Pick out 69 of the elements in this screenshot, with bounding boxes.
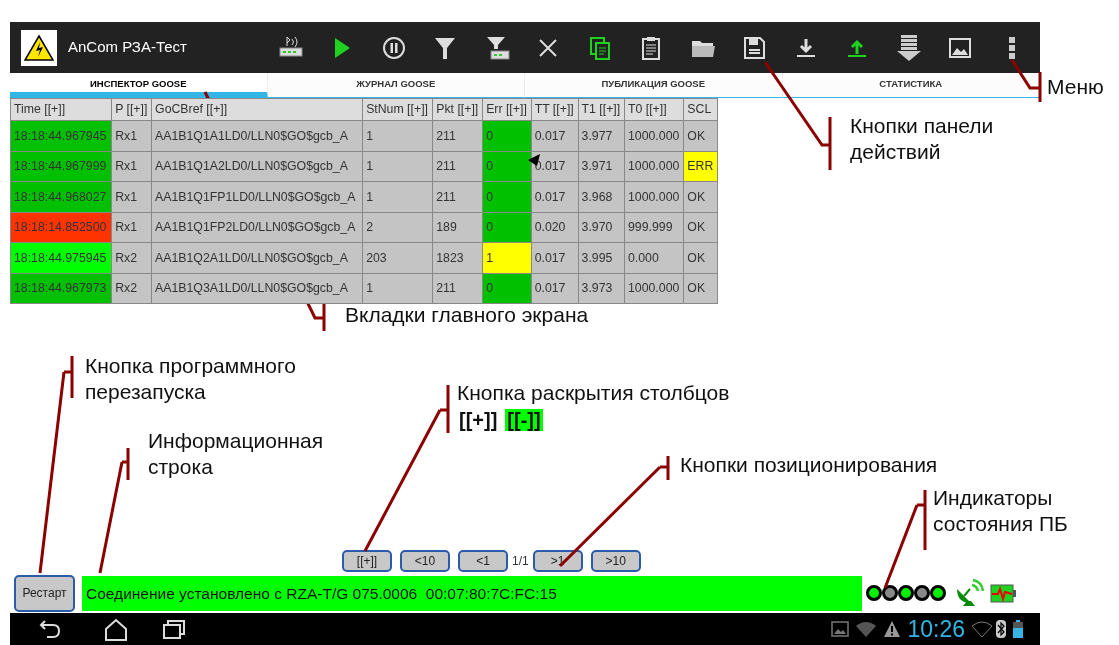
table-cell: 2 bbox=[362, 212, 433, 243]
column-header[interactable]: T1 [[+]] bbox=[578, 98, 625, 121]
clock: 10:26 bbox=[907, 614, 965, 644]
column-header[interactable]: Time [[+]] bbox=[10, 98, 112, 121]
pager-button[interactable]: <10 bbox=[400, 550, 450, 572]
tab[interactable]: ЖУРНАЛ GOOSE bbox=[267, 73, 525, 98]
battery-icon bbox=[1012, 619, 1024, 639]
table-cell: 18:18:44.975945 bbox=[10, 242, 112, 273]
table-cell: AA1B1Q1FP1LD0/LLN0$GO$gcb_A bbox=[151, 181, 363, 212]
wifi-icon bbox=[971, 620, 993, 638]
table-cell: 18:18:44.967945 bbox=[10, 120, 112, 151]
column-toggle-label: [[+]] bbox=[458, 409, 499, 431]
logo-icon bbox=[24, 34, 54, 61]
column-header[interactable]: Err [[+]] bbox=[482, 98, 532, 121]
column-toggle-label: [[-]] bbox=[505, 409, 543, 431]
leader-line bbox=[1010, 58, 1042, 104]
table-cell: 3.971 bbox=[578, 151, 625, 182]
callout-label: Меню bbox=[1047, 74, 1104, 100]
callout-label: Вкладки главного экрана bbox=[345, 302, 589, 328]
table-cell: 18:18:44.968027 bbox=[10, 181, 112, 212]
table-cell: 1000.000 bbox=[624, 181, 684, 212]
page-counter: 1/1 bbox=[512, 553, 529, 570]
table-cell: 203 bbox=[362, 242, 433, 273]
callout-label: Индикаторы состояния ПБ bbox=[933, 485, 1068, 537]
table-cell: 18:18:44.967973 bbox=[10, 273, 112, 304]
pager-button[interactable]: >10 bbox=[590, 550, 641, 572]
callout-label: Кнопки панели действий bbox=[850, 113, 994, 165]
callout-label: Кнопки позиционирования bbox=[680, 452, 938, 478]
column-header[interactable]: SCL bbox=[683, 98, 718, 121]
table-cell: 3.970 bbox=[578, 212, 625, 243]
table-cell: 211 bbox=[432, 151, 483, 182]
battery-pulse-icon bbox=[989, 582, 1017, 604]
callout-label: Информационная строка bbox=[148, 428, 324, 480]
column-header[interactable]: Pkt [[+]] bbox=[432, 98, 483, 121]
table-cell: 1 bbox=[362, 120, 433, 151]
table-cell: AA1B1Q1A2LD0/LLN0$GO$gcb_A bbox=[151, 151, 363, 182]
table-cell: AA1B1Q1FP2LD0/LLN0$GO$gcb_A bbox=[151, 212, 363, 243]
app-title: AnCom РЗА-Тест bbox=[68, 37, 188, 58]
column-header[interactable]: GoCBref [[+]] bbox=[151, 98, 363, 121]
table-cell: 189 bbox=[432, 212, 483, 243]
bluetooth-icon bbox=[996, 620, 1006, 638]
tab[interactable]: ПУБЛИКАЦИЯ GOOSE bbox=[525, 73, 783, 98]
table-cell: AA1B1Q3A1LD0/LLN0$GO$gcb_A bbox=[151, 273, 363, 304]
callout-label: Кнопка раскрытия столбцов bbox=[457, 380, 730, 406]
table-cell: AA1B1Q2A1LD0/LLN0$GO$gcb_A bbox=[151, 242, 363, 273]
callout-label: Кнопка программного перезапуска bbox=[85, 353, 296, 405]
table-cell: 0.017 bbox=[531, 151, 579, 182]
table-cell: 0.000 bbox=[624, 242, 684, 273]
column-header[interactable]: P [[+]] bbox=[111, 98, 152, 121]
table-cell: 18:18:44.967999 bbox=[10, 151, 112, 182]
table-cell: 1000.000 bbox=[624, 120, 684, 151]
table-cell: 18:18:14.852500 bbox=[10, 212, 112, 243]
warning-icon bbox=[883, 620, 902, 638]
pager-button[interactable]: [[+]] bbox=[342, 550, 392, 572]
column-header[interactable]: T0 [[+]] bbox=[624, 98, 684, 121]
restart-button[interactable]: Рестарт bbox=[14, 574, 75, 612]
column-header[interactable]: TT [[+]] bbox=[531, 98, 579, 121]
table-cell: 1000.000 bbox=[624, 273, 684, 304]
table-cell: 1000.000 bbox=[624, 151, 684, 182]
table-cell: 1 bbox=[362, 181, 433, 212]
table-cell: 999.999 bbox=[624, 212, 684, 243]
table-cell: AA1B1Q1A1LD0/LLN0$GO$gcb_A bbox=[151, 120, 363, 151]
table-cell: 1 bbox=[362, 151, 433, 182]
table-cell: 211 bbox=[432, 273, 483, 304]
table-cell: 1 bbox=[362, 273, 433, 304]
table-cell: 3.973 bbox=[578, 273, 625, 304]
pager-button[interactable]: <1 bbox=[458, 550, 508, 572]
column-header[interactable]: StNum [[+]] bbox=[362, 98, 433, 121]
image-icon bbox=[831, 620, 850, 638]
